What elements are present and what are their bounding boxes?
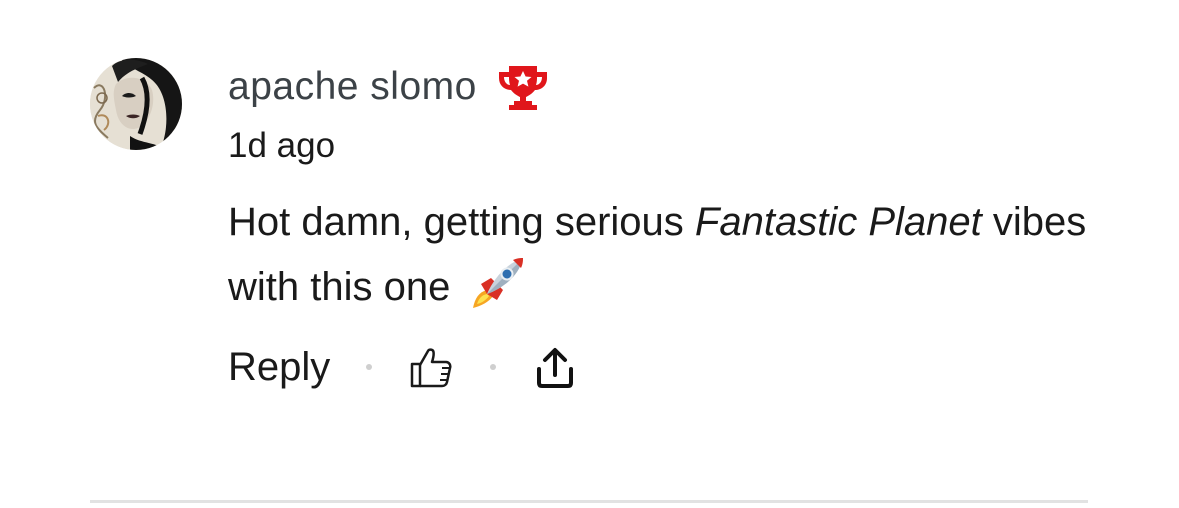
separator-dot <box>490 364 497 370</box>
thumbs-up-icon[interactable] <box>408 344 454 390</box>
comment-card: apache slomo 1d ago Hot damn, getting se… <box>0 0 1179 508</box>
avatar[interactable] <box>90 58 182 150</box>
timestamp: 1d ago <box>228 126 336 165</box>
comment-body: Hot damn, getting serious Fantastic Plan… <box>228 190 1128 319</box>
trophy-icon <box>497 64 549 110</box>
author-row: apache slomo <box>228 64 549 110</box>
comment-actions: Reply <box>228 338 578 396</box>
share-icon[interactable] <box>532 344 578 390</box>
comment-body-text: Hot damn, getting serious <box>228 200 695 244</box>
comment-body-emphasis: Fantastic Planet <box>694 200 982 244</box>
avatar-image <box>90 58 182 150</box>
author-name[interactable]: apache slomo <box>228 65 477 109</box>
rocket-icon <box>467 254 527 314</box>
separator-dot <box>366 364 373 370</box>
reply-button[interactable]: Reply <box>228 345 330 390</box>
divider <box>90 500 1088 503</box>
